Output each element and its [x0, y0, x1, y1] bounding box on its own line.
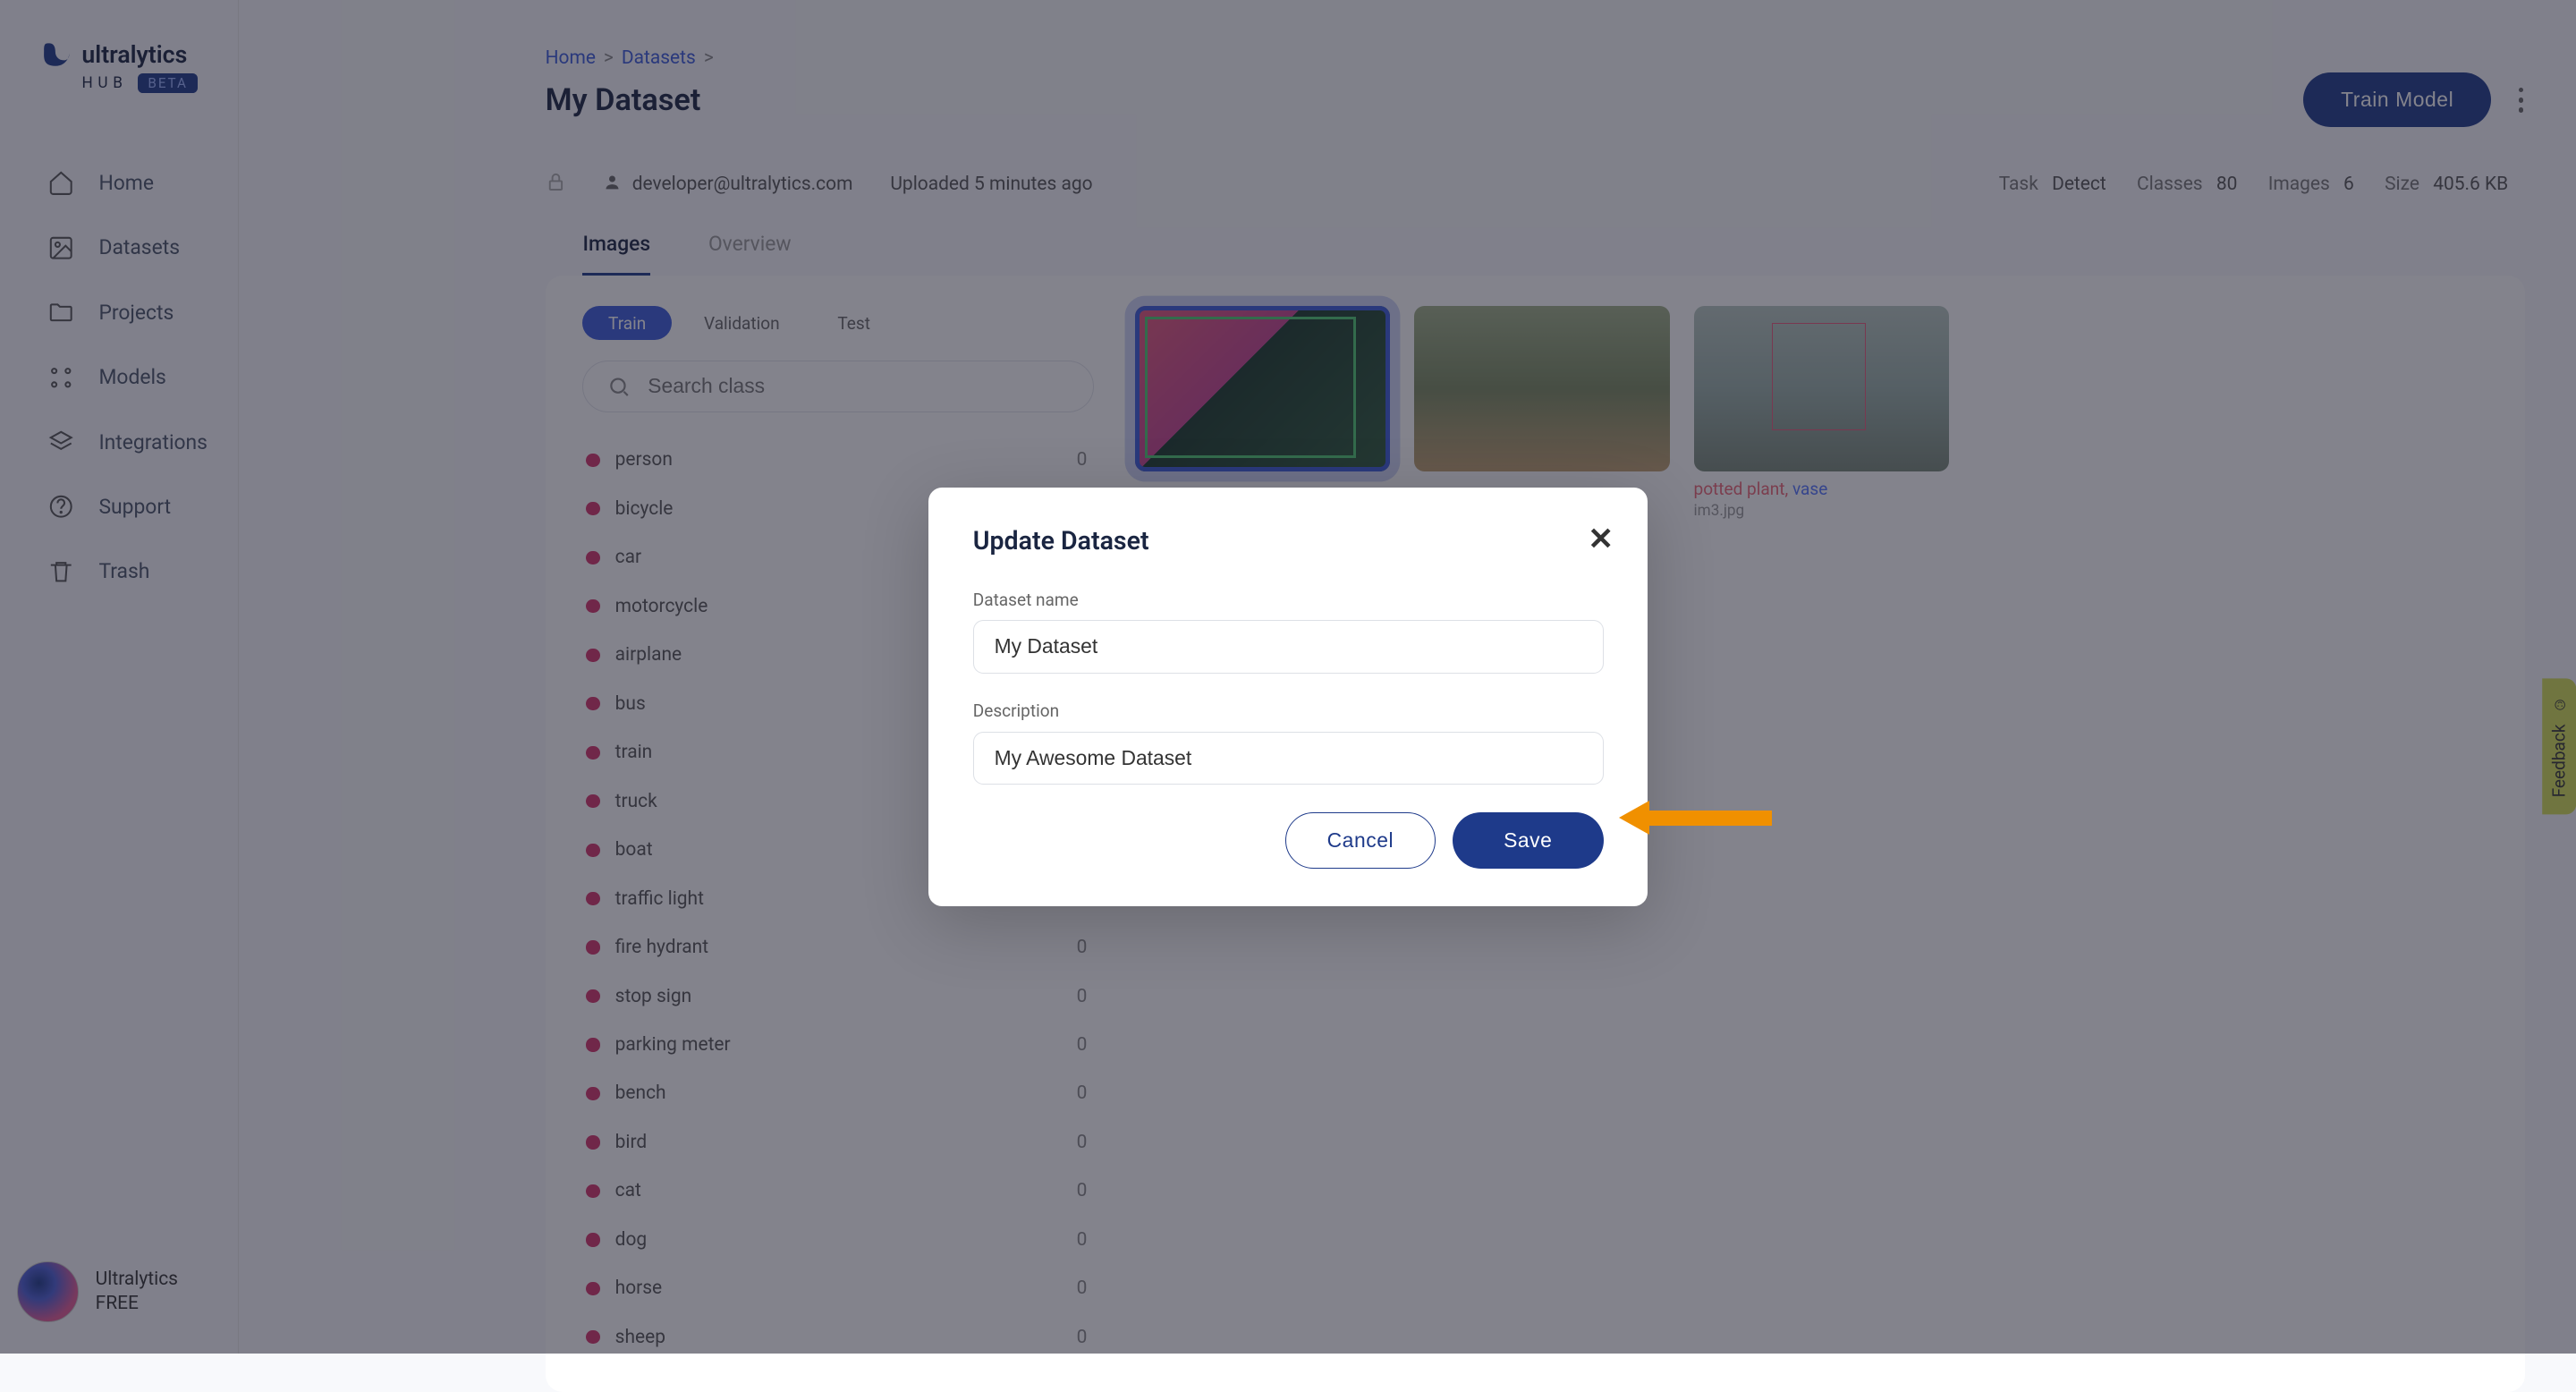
- close-icon[interactable]: ✕: [1588, 522, 1614, 557]
- update-dataset-modal: Update Dataset ✕ Dataset name Descriptio…: [928, 488, 1648, 906]
- modal-backdrop[interactable]: Update Dataset ✕ Dataset name Descriptio…: [0, 0, 2576, 1354]
- modal-title: Update Dataset: [973, 525, 1604, 556]
- dataset-desc-input[interactable]: [973, 732, 1604, 785]
- desc-label: Description: [973, 700, 1604, 721]
- save-button[interactable]: Save: [1453, 812, 1604, 869]
- name-label: Dataset name: [973, 590, 1604, 610]
- dataset-name-input[interactable]: [973, 620, 1604, 673]
- annotation-arrow: [1619, 801, 1772, 835]
- cancel-button[interactable]: Cancel: [1285, 812, 1436, 869]
